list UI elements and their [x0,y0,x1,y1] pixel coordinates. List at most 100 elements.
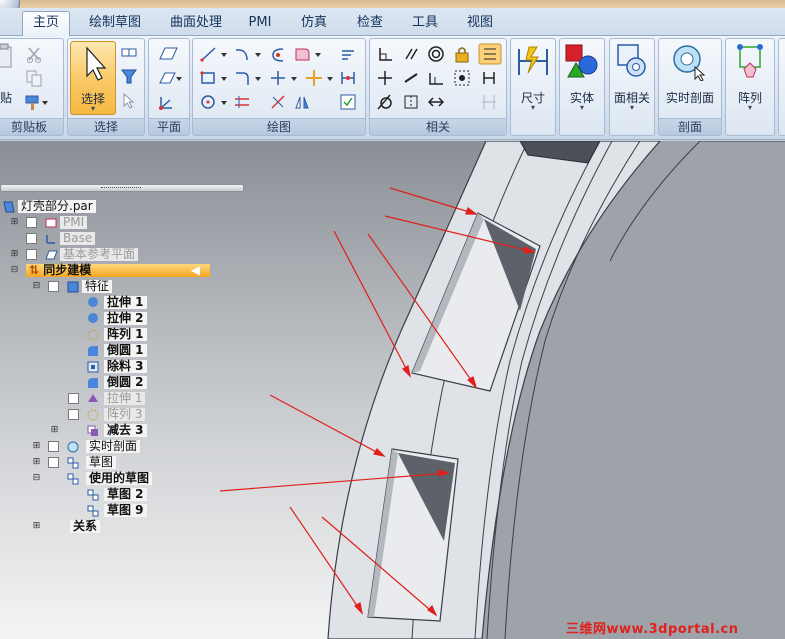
visibility-checkbox[interactable] [48,441,59,452]
tab-simulation[interactable]: 仿真 [292,12,336,36]
sketch-icon [87,505,99,517]
offset-icon[interactable] [293,45,323,63]
visibility-checkbox[interactable] [48,457,59,468]
connect-icon[interactable] [453,69,471,87]
title-bar [0,0,785,8]
extrude-icon [88,313,98,323]
concentric-icon[interactable] [427,45,445,63]
live-section-icon [67,441,79,453]
face-relate-button[interactable]: 面相关 ▾ [610,41,654,115]
visibility-checkbox[interactable] [26,233,37,244]
splitter-grip[interactable] [101,187,141,189]
extend-icon[interactable] [269,69,299,87]
tab-home[interactable]: 主页 [22,11,70,37]
expand-icon[interactable]: ⊞ [50,426,59,435]
cut-icon[interactable] [25,45,43,63]
coordinate-system-icon[interactable] [157,93,183,111]
paste-icon [0,43,12,68]
relation-handles-icon[interactable] [480,93,498,111]
face-relate-group: 面相关 ▾ [609,38,655,136]
plane-offset-icon[interactable] [157,69,183,87]
visibility-checkbox[interactable] [26,217,37,228]
pattern-group: 阵列 ▾ [725,38,775,136]
pattern-icon [737,44,763,78]
perpendicular-icon[interactable] [376,45,394,63]
select-group: 选择 ▾ 选择 [67,38,145,136]
expand-icon[interactable]: ⊞ [32,522,41,531]
symmetric-icon[interactable] [293,93,311,111]
paste-button[interactable]: 贴 [0,41,17,115]
sync-modeling-node: ⇅ 同步建模 ◀ [26,264,210,277]
line-icon[interactable] [199,45,229,63]
tangent-icon[interactable] [376,93,394,111]
section-group: 实时剖面 剖面 [658,38,722,136]
pattern-feature-icon [87,409,99,421]
active-marker-icon: ◀ [190,263,200,277]
visibility-checkbox[interactable] [68,393,79,404]
rectangle-icon[interactable] [199,69,229,87]
visibility-checkbox[interactable] [68,409,79,420]
mirror-icon[interactable] [269,93,287,111]
collapse-icon[interactable]: ⊟ [10,266,19,275]
dimension-axis-icon[interactable] [339,69,357,87]
expand-icon[interactable]: ⊞ [10,218,19,227]
expand-icon[interactable]: ⊞ [32,458,41,467]
fillet-sketch-icon[interactable] [233,69,263,87]
extrude-icon [88,394,98,402]
dimension-group: 尺寸 ▾ [510,38,556,136]
parallel-icon[interactable] [402,45,420,63]
dimension-button[interactable]: 尺寸 ▾ [511,41,555,115]
trim-icon[interactable] [269,45,287,63]
filter-icon[interactable] [120,67,138,85]
live-section-button[interactable]: 实时剖面 [659,41,721,115]
tab-surfacing[interactable]: 曲面处理 [163,12,229,36]
arc-icon[interactable] [233,45,263,63]
lock-icon[interactable] [453,45,471,63]
select-box-icon[interactable] [120,45,138,63]
pattern-button[interactable]: 阵列 ▾ [726,41,774,115]
tab-pmi[interactable]: PMI [240,12,280,36]
horizontal-vertical-icon[interactable] [376,69,394,87]
tab-view[interactable]: 视图 [458,12,502,36]
expand-icon[interactable]: ⊞ [32,442,41,451]
relation-assist-icon[interactable] [478,43,502,65]
relate-group: 相关 [369,38,507,136]
expand-icon[interactable]: ⊞ [10,250,19,259]
symmetry-relation-icon[interactable] [402,93,420,111]
equal-icon[interactable] [427,69,445,87]
format-painter-icon[interactable] [23,93,49,111]
tab-inspect[interactable]: 检查 [348,12,392,36]
pathfinder-splitter[interactable] [0,184,244,192]
collinear-icon[interactable] [402,69,420,87]
part-file-icon [3,201,15,213]
sketch-check-icon[interactable] [339,93,357,111]
features-icon [67,281,79,293]
visibility-checkbox[interactable] [48,281,59,292]
collapse-icon[interactable]: ⊟ [32,474,41,483]
tab-tools[interactable]: 工具 [403,12,447,36]
subtract-icon [87,425,98,436]
plane-icon[interactable] [157,45,183,63]
live-section-icon [673,45,706,82]
more-group [778,38,785,136]
move-icon[interactable] [305,69,335,87]
extrude-icon [88,297,98,307]
collapse-icon[interactable]: ⊟ [32,282,41,291]
draw-group: 绘图 [192,38,366,136]
select-tool-icon[interactable] [120,91,138,109]
copy-icon[interactable] [25,69,43,87]
projection-icon[interactable] [339,45,357,63]
solid-button[interactable]: 实体 ▾ [560,41,604,115]
maintain-relations-icon[interactable] [480,69,498,87]
select-button[interactable]: 选择 ▾ [70,41,116,115]
rigid-set-icon[interactable] [427,93,445,111]
dimension-lines-icon[interactable] [233,93,251,111]
sketch-icon [67,473,79,485]
tab-sketch[interactable]: 绘制草图 [82,12,148,36]
clipboard-group: 贴 剪贴板 [0,38,64,136]
ribbon-tabs: 主页 绘制草图 曲面处理 PMI 仿真 检查 工具 视图 [0,8,785,37]
visibility-checkbox[interactable] [26,249,37,260]
lamp-housing-model [219,141,785,639]
graphics-viewport[interactable]: 灯壳部分.par ⊞ PMI Base ⊞ 基本参考平面 ⊟ ⇅ 同步建模 ◀ … [0,141,785,639]
circle-icon[interactable] [199,93,229,111]
